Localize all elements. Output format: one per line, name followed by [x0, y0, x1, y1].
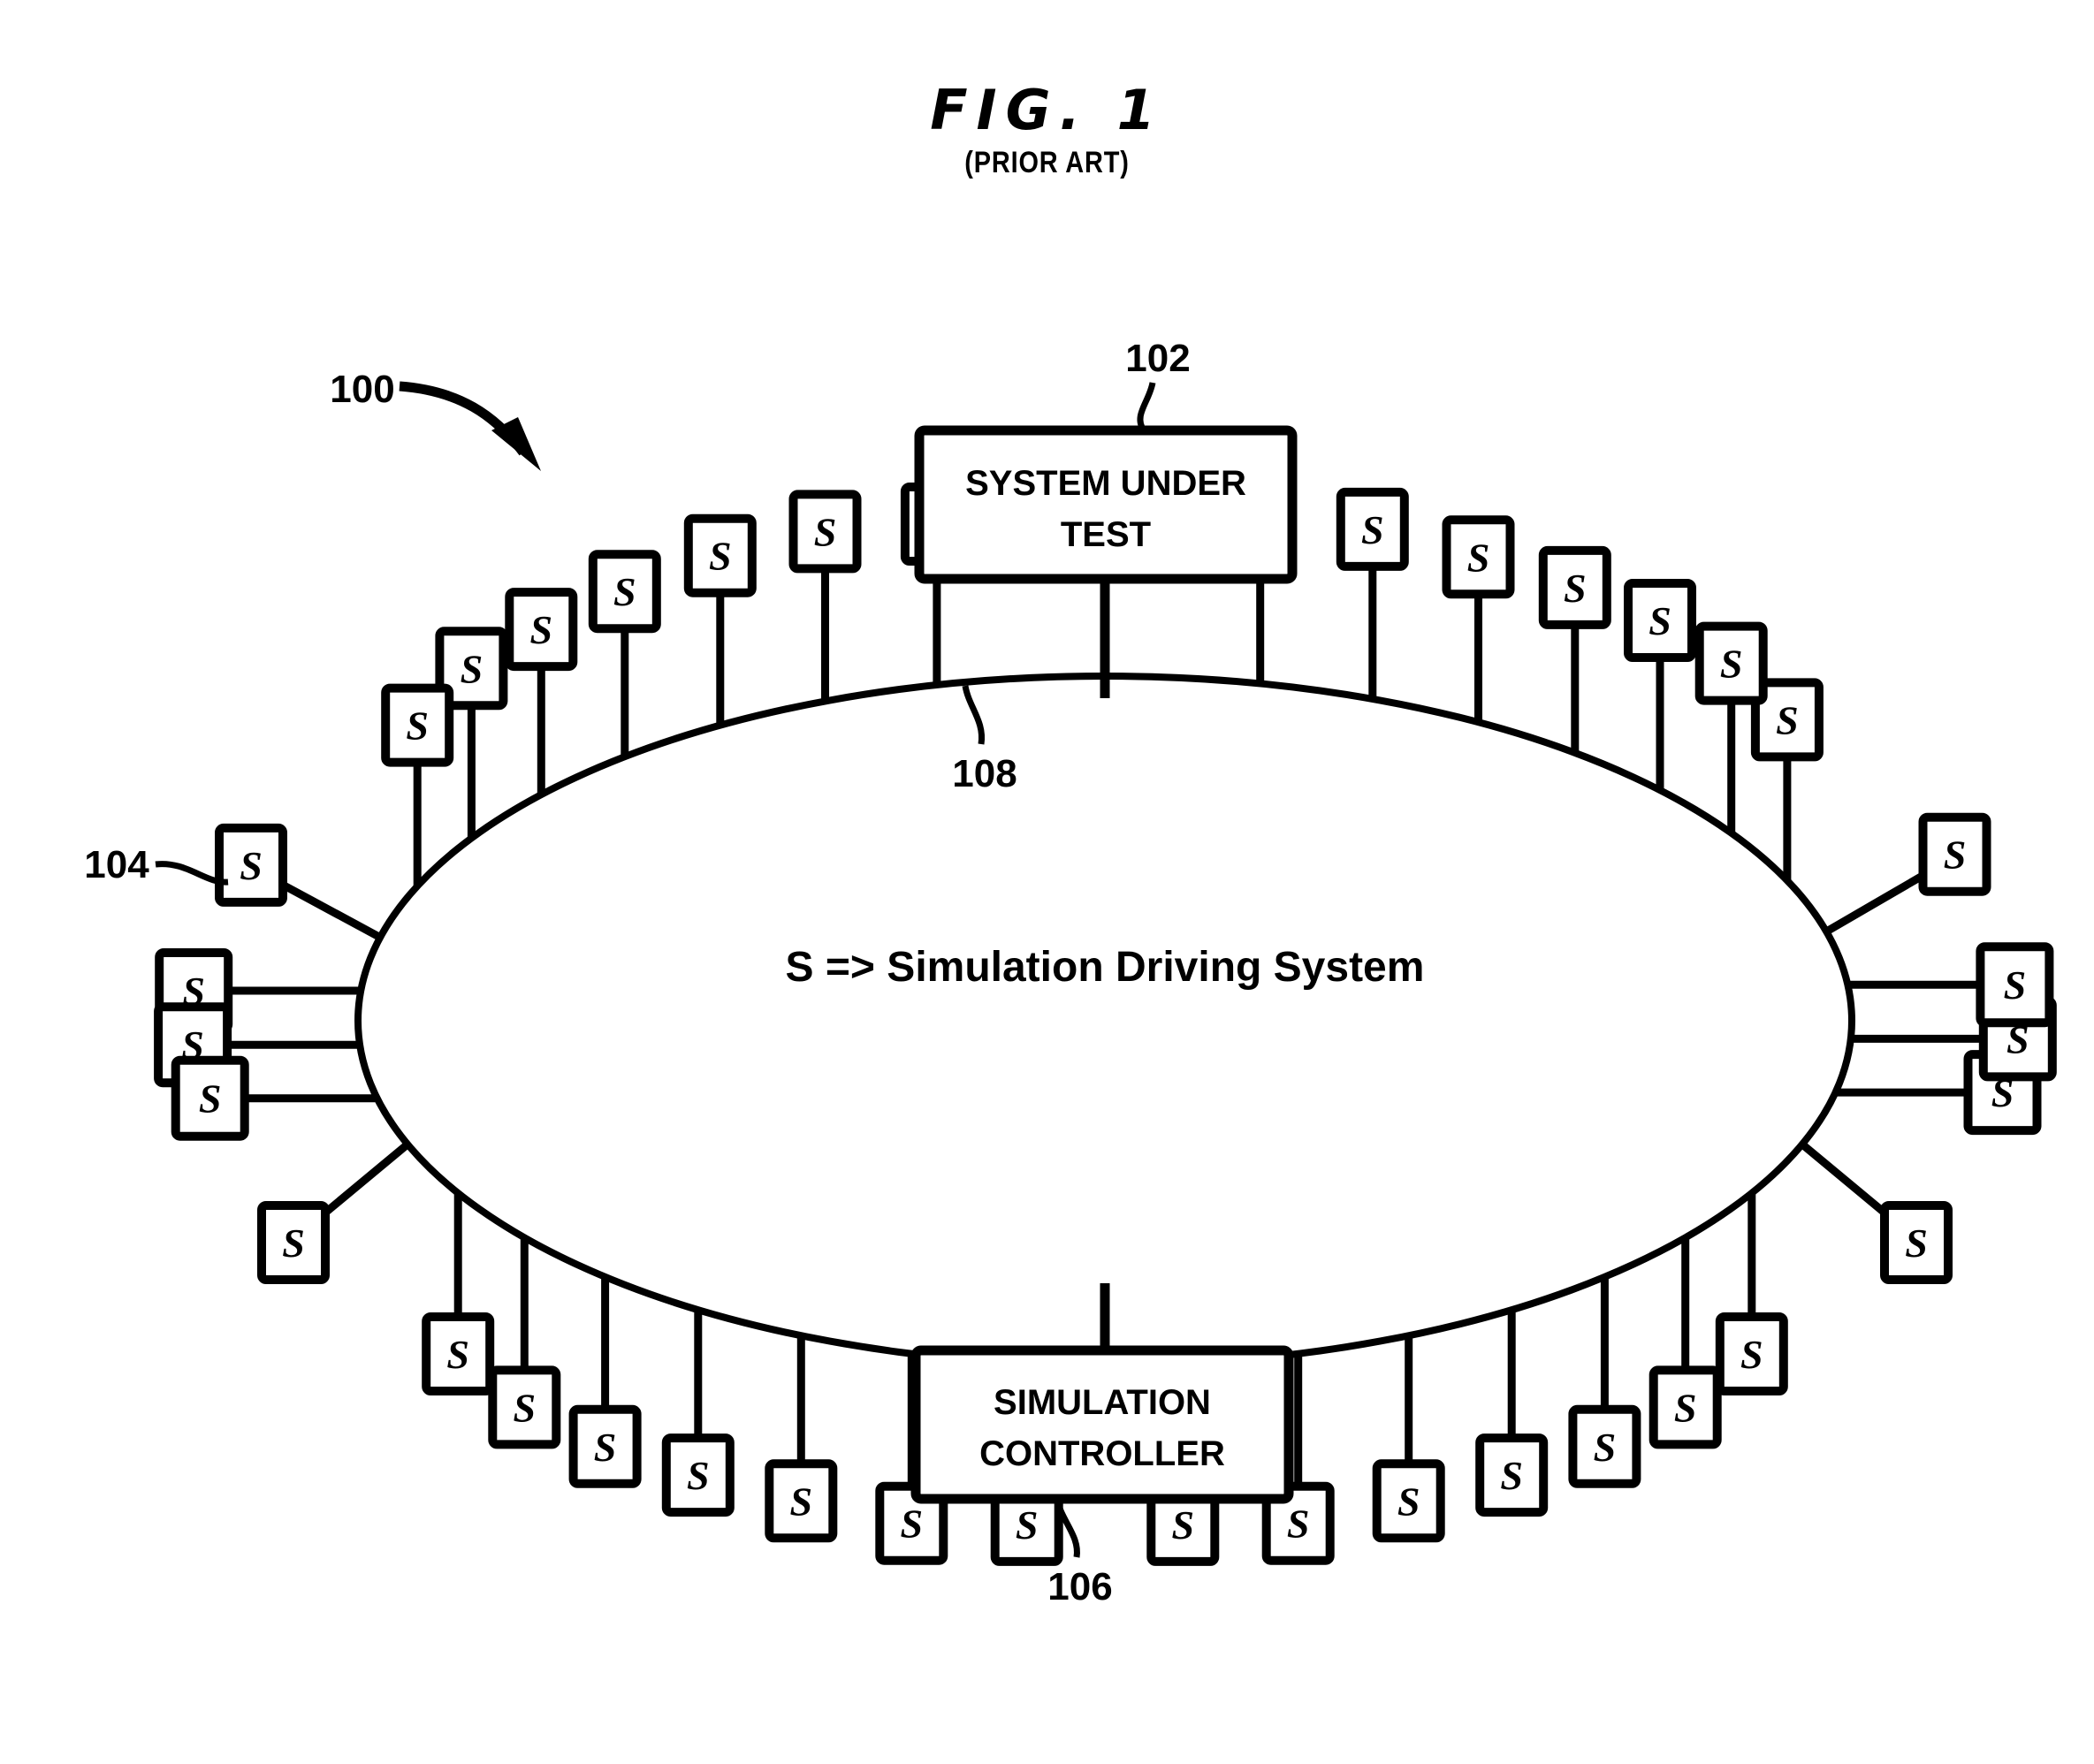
- simulation-driving-system-node[interactable]: S: [1918, 812, 1991, 896]
- simulation-driving-system-node[interactable]: S: [1442, 515, 1515, 599]
- simulation-driving-system-node[interactable]: S: [171, 1055, 249, 1141]
- node-letter: S: [514, 1385, 537, 1430]
- node-letter: S: [2004, 962, 2027, 1007]
- node-letter: S: [1649, 598, 1671, 643]
- ref-label-104: 104: [84, 843, 149, 886]
- ref-label-108: 108: [952, 752, 1017, 795]
- simulation-controller-box[interactable]: [910, 1345, 1294, 1504]
- simulation-driving-system-node[interactable]: S: [488, 1365, 561, 1449]
- node-letter: S: [1594, 1425, 1617, 1470]
- simulation-driving-system-node[interactable]: S: [215, 823, 287, 907]
- simulation-driving-system-node[interactable]: S: [1372, 1459, 1445, 1543]
- leader-line-102: [1137, 382, 1156, 433]
- node-letter: S: [1361, 507, 1384, 552]
- system-under-test-box[interactable]: [914, 425, 1298, 584]
- simulation-driving-system-node[interactable]: S: [257, 1201, 330, 1284]
- simulation-driving-system-node[interactable]: S: [1694, 621, 1768, 705]
- ref-label-102: 102: [1125, 337, 1190, 380]
- simulation-driving-system-node[interactable]: S: [1649, 1365, 1722, 1449]
- node-letter: S: [709, 534, 732, 579]
- simulation-driving-system-node[interactable]: S: [1976, 942, 2054, 1028]
- simulation-driving-system-node[interactable]: S: [661, 1433, 735, 1517]
- node-letter: S: [1467, 535, 1490, 580]
- node-letter: S: [1172, 1502, 1195, 1547]
- node-letter: S: [1944, 833, 1967, 878]
- node-letter: S: [530, 607, 553, 652]
- ref-label-100: 100: [330, 368, 394, 411]
- node-letter: S: [687, 1453, 710, 1498]
- simulation-driving-system-node[interactable]: S: [568, 1404, 642, 1488]
- node-letter: S: [282, 1220, 305, 1266]
- simulation-driving-system-node[interactable]: S: [422, 1312, 495, 1395]
- node-connector-line: [1800, 1141, 1895, 1222]
- simulation-driving-system-node[interactable]: S: [1336, 487, 1409, 571]
- simulation-driving-system-node[interactable]: S: [1624, 579, 1696, 662]
- simulation-driving-system-node[interactable]: S: [1715, 1312, 1788, 1395]
- node-connector-line: [1824, 869, 1930, 935]
- node-letter: S: [1397, 1479, 1420, 1524]
- simulation-driving-system-node[interactable]: S: [788, 490, 862, 574]
- node-letter: S: [1500, 1453, 1523, 1498]
- simulation-driving-system-node[interactable]: S: [1538, 545, 1611, 629]
- simulation-driving-system-node[interactable]: S: [381, 683, 454, 767]
- figure-canvas: FIG. 1 (PRIOR ART) SSSSSSSSSSSSSSSSSSSSS…: [0, 0, 2094, 1764]
- simulation-driving-system-node[interactable]: S: [1568, 1404, 1641, 1488]
- node-connector-line: [277, 878, 383, 941]
- node-letter: S: [901, 1502, 924, 1547]
- node-letter: S: [1287, 1502, 1310, 1547]
- simulation-controller-label-1: SIMULATION: [994, 1383, 1211, 1422]
- simulation-controller-label-2: CONTROLLER: [979, 1434, 1225, 1473]
- simulation-driving-system-node[interactable]: S: [588, 550, 661, 634]
- ref-label-106: 106: [1047, 1565, 1112, 1608]
- node-letter: S: [1564, 566, 1587, 611]
- node-letter: S: [1905, 1220, 1928, 1266]
- node-letter: S: [446, 1332, 469, 1377]
- simulation-driving-system-node[interactable]: S: [505, 588, 578, 672]
- node-letter: S: [594, 1425, 617, 1470]
- node-letter: S: [406, 703, 429, 749]
- node-letter: S: [240, 843, 263, 888]
- node-letter: S: [461, 646, 484, 691]
- node-letter: S: [199, 1076, 222, 1122]
- diagram-svg: SSSSSSSSSSSSSSSSSSSSSSSSSSSSSSSSSSSSSS S…: [84, 337, 2057, 1608]
- node-letter: S: [1720, 642, 1743, 687]
- simulation-driving-system-node[interactable]: S: [1475, 1433, 1549, 1517]
- simulation-driving-system-node[interactable]: S: [1880, 1201, 1953, 1284]
- node-letter: S: [814, 509, 837, 554]
- simulation-driving-system-node[interactable]: S: [683, 513, 757, 597]
- node-letter: S: [1016, 1502, 1039, 1547]
- node-connector-line: [315, 1141, 410, 1222]
- system-under-test-label-1: SYSTEM UNDER: [965, 464, 1246, 503]
- simulation-driving-system-node[interactable]: S: [765, 1459, 838, 1543]
- node-letter: S: [1674, 1385, 1697, 1430]
- node-letter: S: [613, 569, 636, 614]
- node-letter: S: [1776, 697, 1799, 742]
- ellipse-center-label: S => Simulation Driving System: [786, 944, 1425, 991]
- node-letter: S: [790, 1479, 813, 1524]
- node-letter: S: [1740, 1332, 1763, 1377]
- simulation-driving-system-ellipse: [354, 673, 1855, 1369]
- leader-arrow-100: [399, 381, 528, 456]
- system-under-test-label-2: TEST: [1061, 515, 1151, 554]
